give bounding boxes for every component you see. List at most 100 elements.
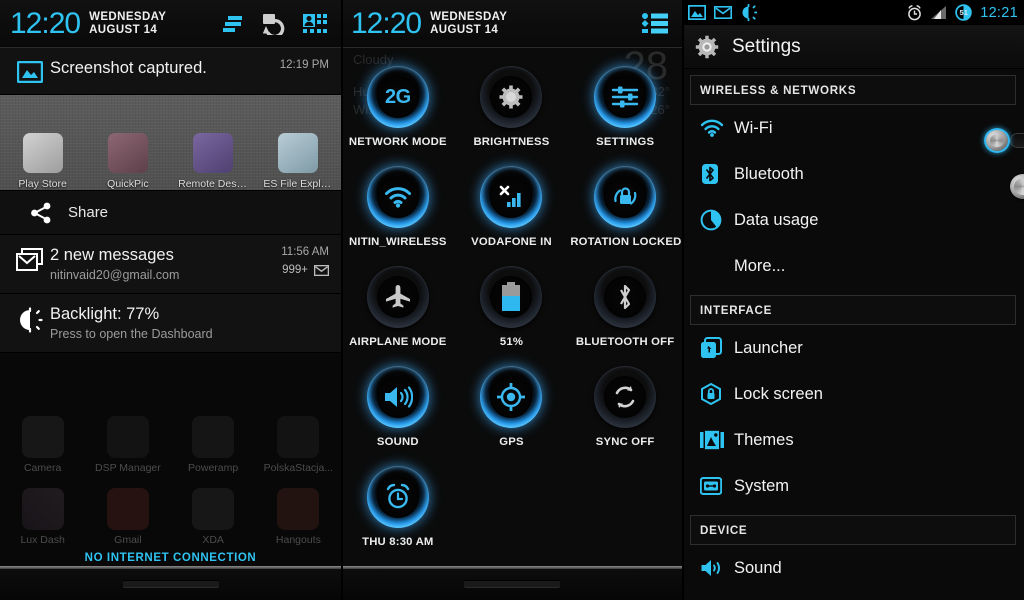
tile-grid: 2G NETWORK MODE BRIGHTNESS SETTINGS NITI… [341, 48, 682, 558]
notification-list: Screenshot captured. 12:19 PM Play Store… [0, 48, 341, 353]
app-icon [278, 133, 319, 173]
alarm-clock-icon [907, 4, 922, 21]
tile-label: SETTINGS [596, 136, 655, 148]
app-label: QuickPic [107, 178, 149, 190]
home-app-item[interactable]: Lux Dash [6, 488, 80, 546]
home-app-item[interactable]: Gmail [91, 488, 165, 546]
settings-item-label: Wi-Fi [734, 118, 773, 137]
share-icon [30, 202, 52, 224]
notification-screenshot[interactable]: Screenshot captured. 12:19 PM [0, 48, 341, 95]
quick-settings-list-icon[interactable] [642, 13, 668, 34]
settings-item-launcher[interactable]: Launcher [682, 325, 1024, 371]
sync-icon [594, 366, 657, 428]
settings-item-lock-screen[interactable]: Lock screen [682, 371, 1024, 417]
section-header-wireless: WIRELESS & NETWORKS [690, 75, 1016, 105]
tile-network-mode[interactable]: 2G NETWORK MODE [341, 58, 455, 158]
shade-date-text: AUGUST 14 [89, 23, 158, 36]
settings-item-wifi[interactable]: Wi-Fi [682, 105, 1024, 153]
settings-item-system[interactable]: System [682, 463, 1024, 509]
settings-panel: 51 12:21 Settings WIRELESS & NETWORKS Wi… [682, 0, 1024, 600]
lock-icon [700, 383, 734, 405]
screenshot-preview[interactable]: Play Store QuickPic Remote Desk... ES Fi… [0, 95, 341, 235]
app-icon [21, 416, 64, 458]
gear-icon [694, 34, 720, 60]
status-bar-right: 51 12:21 [907, 4, 1018, 21]
quick-settings-panel: Cloudy Hu... Wi... 7 km/h 32° 26° 28 12:… [341, 0, 682, 600]
section-header-interface: INTERFACE [690, 295, 1016, 325]
panel-divider [341, 0, 343, 600]
home-app-item[interactable]: DSP Manager [91, 416, 165, 474]
qs-date: WEDNESDAY AUGUST 14 [430, 11, 507, 36]
tile-label: BRIGHTNESS [473, 136, 550, 148]
tile-wifi[interactable]: NITIN_WIRELESS [341, 158, 455, 258]
home-app-item[interactable]: Hangouts [261, 488, 335, 546]
notification-time: 12:19 PM [279, 59, 329, 71]
tile-label: THU 8:30 AM [362, 536, 434, 548]
settings-item-data-usage[interactable]: Data usage [682, 197, 1024, 243]
tile-sync[interactable]: SYNC OFF [568, 358, 682, 458]
tile-label: AIRPLANE MODE [349, 336, 447, 348]
share-action[interactable]: Share [0, 190, 341, 234]
app-icon [277, 488, 320, 530]
notification-meta: 11:56 AM 999+ [275, 246, 329, 276]
network-mode-glyph: 2G [384, 85, 411, 108]
settings-item-label: Sound [734, 558, 782, 577]
quick-profile-grid-icon[interactable] [303, 13, 327, 34]
preview-app-item: Play Store [8, 133, 78, 190]
tile-rotation[interactable]: ROTATION LOCKED [568, 158, 682, 258]
qs-date-text: AUGUST 14 [430, 23, 499, 36]
tile-bluetooth[interactable]: BLUETOOTH OFF [568, 258, 682, 358]
qs-header-icons [642, 13, 672, 34]
tile-gps[interactable]: GPS [455, 358, 569, 458]
settings-title-bar: Settings [682, 25, 1024, 69]
home-app-item[interactable]: PolskaStacja... [261, 416, 335, 474]
themes-icon [700, 430, 734, 450]
sound-speaker-icon [700, 558, 734, 578]
tile-settings[interactable]: SETTINGS [568, 58, 682, 158]
home-app-row: Lux Dash Gmail XDA Hangouts [0, 488, 341, 546]
app-label: Camera [23, 462, 62, 474]
sort-lines-icon[interactable] [223, 15, 245, 33]
network-2g-icon: 2G [366, 66, 429, 128]
settings-item-bluetooth[interactable]: Bluetooth [682, 151, 1024, 199]
tile-battery[interactable]: 51% [455, 258, 569, 358]
app-label: Hangouts [275, 534, 321, 546]
home-app-item[interactable]: Camera [6, 416, 80, 474]
wifi-icon [366, 166, 429, 228]
app-icon [192, 488, 235, 530]
tile-mobile-network[interactable]: VODAFONE IN [455, 158, 569, 258]
app-label: Remote Desk... [178, 178, 249, 190]
notification-gmail[interactable]: 2 new messages nitinvaid20@gmail.com 11:… [0, 235, 341, 294]
tile-label: NETWORK MODE [348, 136, 447, 148]
battery-circle-icon: 51 [955, 4, 972, 21]
tile-sound[interactable]: SOUND [341, 358, 455, 458]
app-icon [193, 133, 234, 173]
envelope-icon [314, 264, 329, 276]
notification-title: 2 new messages [50, 246, 174, 264]
tile-brightness[interactable]: BRIGHTNESS [455, 58, 569, 158]
nav-handle[interactable] [463, 580, 560, 587]
rotation-refresh-icon[interactable] [262, 13, 286, 35]
settings-item-display[interactable]: Display [682, 591, 1024, 600]
bluetooth-icon [594, 266, 657, 328]
tile-airplane-mode[interactable]: AIRPLANE MODE [341, 258, 455, 358]
shade-date: WEDNESDAY AUGUST 14 [89, 11, 166, 36]
status-bar: 51 12:21 [682, 0, 1024, 25]
notification-body: 2 new messages nitinvaid20@gmail.com [50, 246, 275, 282]
tile-label: SOUND [376, 436, 419, 448]
home-app-item[interactable]: XDA [176, 488, 250, 546]
home-app-item[interactable]: Poweramp [176, 416, 250, 474]
screenshot-image-icon [688, 5, 706, 20]
status-bar-left [688, 4, 757, 21]
settings-item-more[interactable]: More... [682, 243, 1024, 289]
settings-item-themes[interactable]: Themes [682, 417, 1024, 463]
settings-item-label: Lock screen [734, 384, 823, 403]
settings-item-sound[interactable]: Sound [682, 545, 1024, 591]
app-icon [22, 133, 63, 173]
nav-handle[interactable] [122, 580, 219, 587]
app-icon [192, 416, 235, 458]
tile-alarm[interactable]: THU 8:30 AM [341, 458, 455, 558]
notification-backlight[interactable]: Backlight: 77% Press to open the Dashboa… [0, 293, 341, 353]
shade-header: 12:20 WEDNESDAY AUGUST 14 [0, 0, 341, 48]
section-label: DEVICE [700, 524, 748, 537]
